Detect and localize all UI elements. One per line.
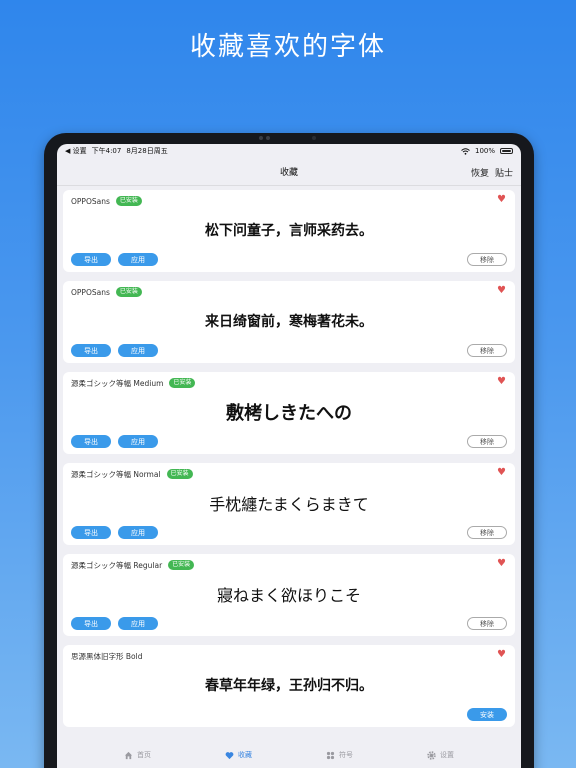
status-date: 8月28日周五 xyxy=(126,147,168,155)
heart-icon[interactable]: ♥ xyxy=(497,468,507,478)
remove-button[interactable]: 移除 xyxy=(467,253,507,266)
font-name: 思源黑体旧字形 Bold xyxy=(71,651,143,661)
promo-headline: 收藏喜欢的字体 xyxy=(189,32,386,62)
tab-symbols-label: 符号 xyxy=(339,751,353,759)
camera-dot xyxy=(312,136,316,140)
battery-icon xyxy=(500,148,513,154)
font-sample-text: 春草年年绿，王孙归不归。 xyxy=(205,678,373,694)
remove-button[interactable]: 移除 xyxy=(467,435,507,448)
back-to-app-link[interactable]: ◀ 设置 xyxy=(65,146,87,156)
installed-badge: 已安装 xyxy=(115,287,142,297)
remove-button[interactable]: 移除 xyxy=(467,617,507,630)
tablet-frame: ◀ 设置 下午4:07 8月28日周五 100% 收藏 恢复 贴士 OPPOSa… xyxy=(44,133,534,768)
heart-icon[interactable]: ♥ xyxy=(497,377,507,387)
app-screen: ◀ 设置 下午4:07 8月28日周五 100% 收藏 恢复 贴士 OPPOSa… xyxy=(57,144,521,768)
tab-favorites[interactable]: 收藏 xyxy=(225,750,252,760)
installed-badge: 已安装 xyxy=(168,560,195,570)
export-button[interactable]: 导出 xyxy=(71,253,111,266)
tips-button[interactable]: 贴士 xyxy=(495,166,513,179)
gear-icon xyxy=(427,750,436,760)
home-icon xyxy=(124,751,133,759)
tab-settings-label: 设置 xyxy=(440,751,454,759)
heart-icon[interactable]: ♥ xyxy=(497,559,507,569)
font-name: 源柔ゴシック等幅 Regular xyxy=(71,560,163,570)
apply-button[interactable]: 应用 xyxy=(118,526,158,539)
tab-settings[interactable]: 设置 xyxy=(427,750,454,760)
installed-badge: 已安装 xyxy=(166,469,193,479)
wifi-icon xyxy=(461,147,470,155)
heart-icon[interactable]: ♥ xyxy=(497,286,507,296)
favorites-list: OPPOSans 已安装 ♥ 松下问童子，言师采药去。 导出 应用 移除 OPP… xyxy=(57,186,521,727)
font-card[interactable]: 源柔ゴシック等幅 Regular 已安装 ♥ 寢ねまく欲ほりこそ 导出 应用 移… xyxy=(63,554,515,636)
remove-button[interactable]: 移除 xyxy=(467,526,507,539)
status-bar: ◀ 设置 下午4:07 8月28日周五 100% xyxy=(57,144,521,158)
font-sample-text: 敷栲しきたへの xyxy=(226,403,352,424)
heart-icon xyxy=(225,751,234,759)
font-card[interactable]: 源柔ゴシック等幅 Normal 已安装 ♥ 手枕纏たまくらまきて 导出 应用 移… xyxy=(63,463,515,545)
font-name: 源柔ゴシック等幅 Medium xyxy=(71,378,164,388)
font-card[interactable]: 源柔ゴシック等幅 Medium 已安装 ♥ 敷栲しきたへの 导出 应用 移除 xyxy=(63,372,515,454)
installed-badge: 已安装 xyxy=(169,378,196,388)
grid-icon xyxy=(326,751,335,759)
tab-home-label: 首页 xyxy=(137,751,151,759)
sensor-dot xyxy=(266,136,270,140)
font-card[interactable]: OPPOSans 已安装 ♥ 来日绮窗前，寒梅著花未。 导出 应用 移除 xyxy=(63,281,515,363)
font-sample-text: 来日绮窗前，寒梅著花未。 xyxy=(205,314,373,330)
tab-home[interactable]: 首页 xyxy=(124,750,151,760)
apply-button[interactable]: 应用 xyxy=(118,617,158,630)
export-button[interactable]: 导出 xyxy=(71,344,111,357)
font-card[interactable]: 思源黑体旧字形 Bold ♥ 春草年年绿，王孙归不归。 安装 xyxy=(63,645,515,727)
font-card[interactable]: OPPOSans 已安装 ♥ 松下问童子，言师采药去。 导出 应用 移除 xyxy=(63,190,515,272)
status-time: 下午4:07 xyxy=(91,147,122,155)
remove-button[interactable]: 移除 xyxy=(467,344,507,357)
installed-badge: 已安装 xyxy=(115,196,142,206)
heart-icon[interactable]: ♥ xyxy=(497,195,507,205)
font-name: OPPOSans xyxy=(71,287,110,297)
font-name: 源柔ゴシック等幅 Normal xyxy=(71,469,161,479)
export-button[interactable]: 导出 xyxy=(71,435,111,448)
nav-bar: 收藏 恢复 贴士 xyxy=(57,158,521,186)
apply-button[interactable]: 应用 xyxy=(118,435,158,448)
tab-bar: 首页 收藏 符号 设置 xyxy=(57,740,521,768)
font-sample-text: 寢ねまく欲ほりこそ xyxy=(216,586,361,605)
export-button[interactable]: 导出 xyxy=(71,526,111,539)
tab-symbols[interactable]: 符号 xyxy=(326,750,353,760)
battery-percent: 100% xyxy=(474,147,495,155)
font-sample-text: 手枕纏たまくらまきて xyxy=(209,495,369,514)
apply-button[interactable]: 应用 xyxy=(118,253,158,266)
install-button[interactable]: 安装 xyxy=(467,708,507,721)
font-name: OPPOSans xyxy=(71,196,110,206)
apply-button[interactable]: 应用 xyxy=(118,344,158,357)
page-title: 收藏 xyxy=(279,168,298,178)
restore-button[interactable]: 恢复 xyxy=(471,166,489,179)
heart-icon[interactable]: ♥ xyxy=(497,650,507,660)
export-button[interactable]: 导出 xyxy=(71,617,111,630)
tab-favorites-label: 收藏 xyxy=(238,751,252,759)
font-sample-text: 松下问童子，言师采药去。 xyxy=(205,223,373,239)
sensor-dot xyxy=(259,136,263,140)
